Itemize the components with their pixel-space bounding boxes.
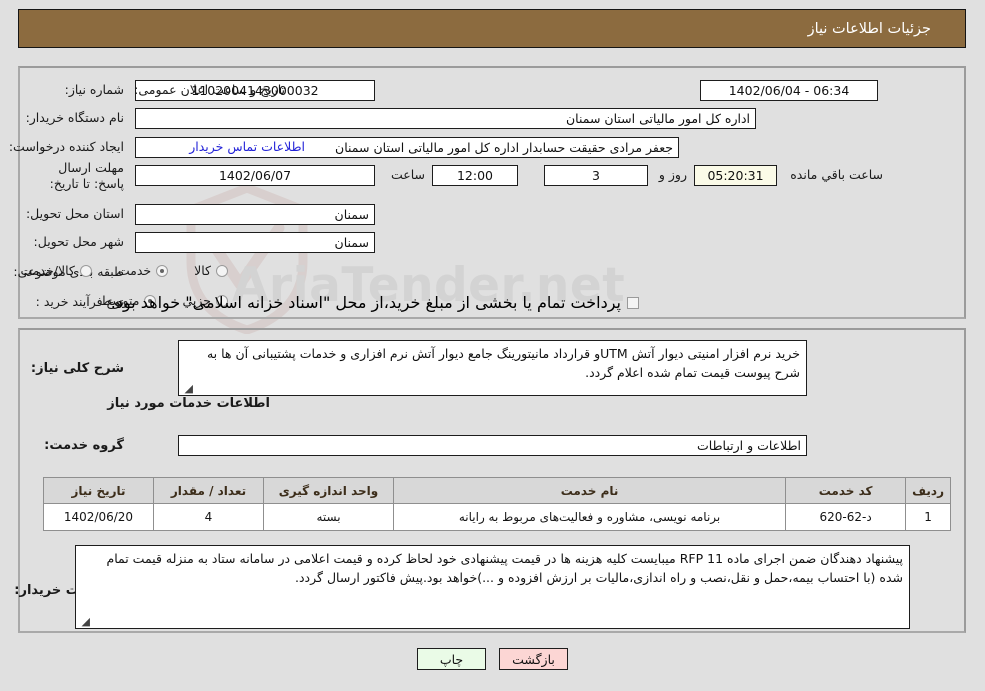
cell-need-date: 1402/06/20 (43, 503, 154, 531)
back-button[interactable]: بازگشت (499, 648, 568, 670)
deadline-time-label-row: ساعت (391, 167, 425, 182)
deadline-date-field[interactable]: 1402/06/07 (135, 165, 375, 186)
page-title: جزئیات اطلاعات نیاز (807, 20, 931, 37)
delivery-city-field[interactable]: سمنان (135, 232, 375, 253)
treasury-note-label: پرداخت تمام یا بخشی از مبلغ خرید،از محل … (110, 293, 621, 312)
th-need-date: تاریخ نیاز (43, 477, 154, 504)
request-creator-label-row: ایجاد کننده درخواست: (9, 139, 124, 154)
resize-grip-icon-notes[interactable]: ◢ (78, 616, 90, 628)
public-announce-value: 06:34 - 1402/06/04 (728, 83, 850, 98)
subject-class-option-kala-label: کالا (194, 263, 211, 278)
subject-class-option-khedmat[interactable]: خدمت (117, 263, 169, 278)
subject-class-options: کالا خدمت کالا/خدمت (20, 263, 228, 278)
deadline-label: مهلت ارسال پاسخ: تا تاریخ: (49, 160, 124, 191)
th-index: ردیف (905, 477, 951, 504)
delivery-province-value: سمنان (334, 207, 369, 222)
deadline-countdown-value: 05:20:31 (707, 168, 764, 183)
subject-class-option-khedmat-label: خدمت (117, 263, 152, 278)
main-info-panel (18, 66, 966, 319)
request-creator-label: ایجاد کننده درخواست: (8, 139, 124, 154)
subject-class-option-kala-khedmat-label: کالا/خدمت (20, 263, 75, 278)
th-name: نام خدمت (392, 477, 787, 504)
page-header: جزئیات اطلاعات نیاز (18, 9, 966, 48)
cell-code: د-62-620 (785, 503, 907, 531)
treasury-note-checkbox-icon[interactable] (627, 296, 639, 309)
description-textarea[interactable]: خرید نرم افزار امنیتی دیوار آتش UTMو قرا… (178, 340, 807, 396)
resize-grip-icon[interactable]: ◢ (181, 383, 193, 395)
th-unit: واحد اندازه گیری (263, 477, 394, 504)
deadline-time-label: ساعت (390, 167, 425, 182)
services-table-wrap: ردیف کد خدمت نام خدمت واحد اندازه گیری ت… (43, 477, 951, 531)
print-button[interactable]: چاپ (417, 648, 486, 670)
buyer-org-label: نام دستگاه خریدار: (25, 110, 124, 125)
delivery-city-label: شهر محل تحویل: (33, 234, 124, 249)
need-number-label-row: شماره نیاز: (65, 82, 124, 97)
buyer-org-label-row: نام دستگاه خریدار: (26, 110, 124, 125)
deadline-days-value: 3 (592, 168, 600, 183)
deadline-label-row: مهلت ارسال پاسخ: تا تاریخ: (28, 160, 124, 192)
buyer-org-value: اداره کل امور مالیاتی استان سمنان (565, 111, 750, 126)
deadline-time-field[interactable]: 12:00 (432, 165, 518, 186)
service-group-value: اطلاعات و ارتباطات (697, 438, 801, 453)
table-row: 1 د-62-620 برنامه نویسی، مشاوره و فعالیت… (43, 503, 951, 531)
buyer-org-field[interactable]: اداره کل امور مالیاتی استان سمنان (135, 108, 756, 129)
cell-name: برنامه نویسی، مشاوره و فعالیت‌های مربوط … (392, 503, 787, 531)
buyer-contact-link-row[interactable]: اطلاعات تماس خریدار (189, 139, 305, 154)
buyer-notes-value: پیشنهاد دهندگان ضمن اجرای ماده 11 RFP می… (106, 551, 903, 585)
cell-index: 1 (905, 503, 951, 531)
deadline-date-value: 1402/06/07 (218, 168, 292, 183)
need-number-label: شماره نیاز: (64, 82, 124, 97)
services-section-heading: اطلاعات خدمات مورد نیاز (107, 396, 270, 411)
subject-class-option-kala[interactable]: کالا (194, 263, 228, 278)
delivery-province-field[interactable]: سمنان (135, 204, 375, 225)
request-creator-value: جعفر مرادی حقیقت حسابدار اداره کل امور م… (335, 140, 673, 155)
service-group-field[interactable]: اطلاعات و ارتباطات (178, 435, 807, 456)
delivery-city-value: سمنان (334, 235, 369, 250)
radio-kala-khedmat-icon[interactable] (79, 264, 92, 277)
treasury-note-row[interactable]: پرداخت تمام یا بخشی از مبلغ خرید،از محل … (111, 293, 639, 312)
buyer-notes-textarea[interactable]: پیشنهاد دهندگان ضمن اجرای ماده 11 RFP می… (75, 545, 910, 629)
button-bar: بازگشت چاپ (0, 648, 985, 670)
delivery-province-label-row: استان محل تحویل: (26, 206, 124, 221)
deadline-countdown-field: 05:20:31 (694, 165, 777, 186)
public-announce-label: تاریخ و ساعت اعلان عمومی: (134, 82, 285, 97)
delivery-city-label-row: شهر محل تحویل: (34, 234, 124, 249)
th-quantity: تعداد / مقدار (153, 477, 264, 504)
deadline-countdown-label: ساعت باقي مانده (790, 167, 883, 182)
cell-quantity: 4 (153, 503, 264, 531)
service-group-label: گروه خدمت: (44, 438, 124, 453)
deadline-countdown-label-row: ساعت باقي مانده (790, 167, 883, 182)
deadline-days-label-row: روز و (659, 167, 687, 182)
cell-unit: بسته (263, 503, 394, 531)
description-label: شرح کلی نیاز: (30, 361, 124, 376)
buyer-contact-link[interactable]: اطلاعات تماس خریدار (189, 139, 305, 154)
deadline-days-field[interactable]: 3 (544, 165, 648, 186)
radio-kala-icon[interactable] (216, 264, 228, 277)
radio-khedmat-icon[interactable] (156, 264, 169, 277)
description-value: خرید نرم افزار امنیتی دیوار آتش UTMو قرا… (206, 346, 800, 380)
deadline-time-value: 12:00 (456, 168, 494, 183)
public-announce-label-row: تاریخ و ساعت اعلان عمومی: (134, 82, 285, 97)
subject-class-option-kala-khedmat[interactable]: کالا/خدمت (20, 263, 92, 278)
deadline-days-label: روز و (658, 167, 687, 182)
th-code: کد خدمت (785, 477, 907, 504)
public-announce-field[interactable]: 06:34 - 1402/06/04 (700, 80, 878, 101)
services-table: ردیف کد خدمت نام خدمت واحد اندازه گیری ت… (43, 477, 951, 531)
page-root: AriaTender.net جزئیات اطلاعات نیاز شماره… (0, 0, 985, 691)
delivery-province-label: استان محل تحویل: (25, 206, 124, 221)
table-header-row: ردیف کد خدمت نام خدمت واحد اندازه گیری ت… (43, 477, 951, 504)
